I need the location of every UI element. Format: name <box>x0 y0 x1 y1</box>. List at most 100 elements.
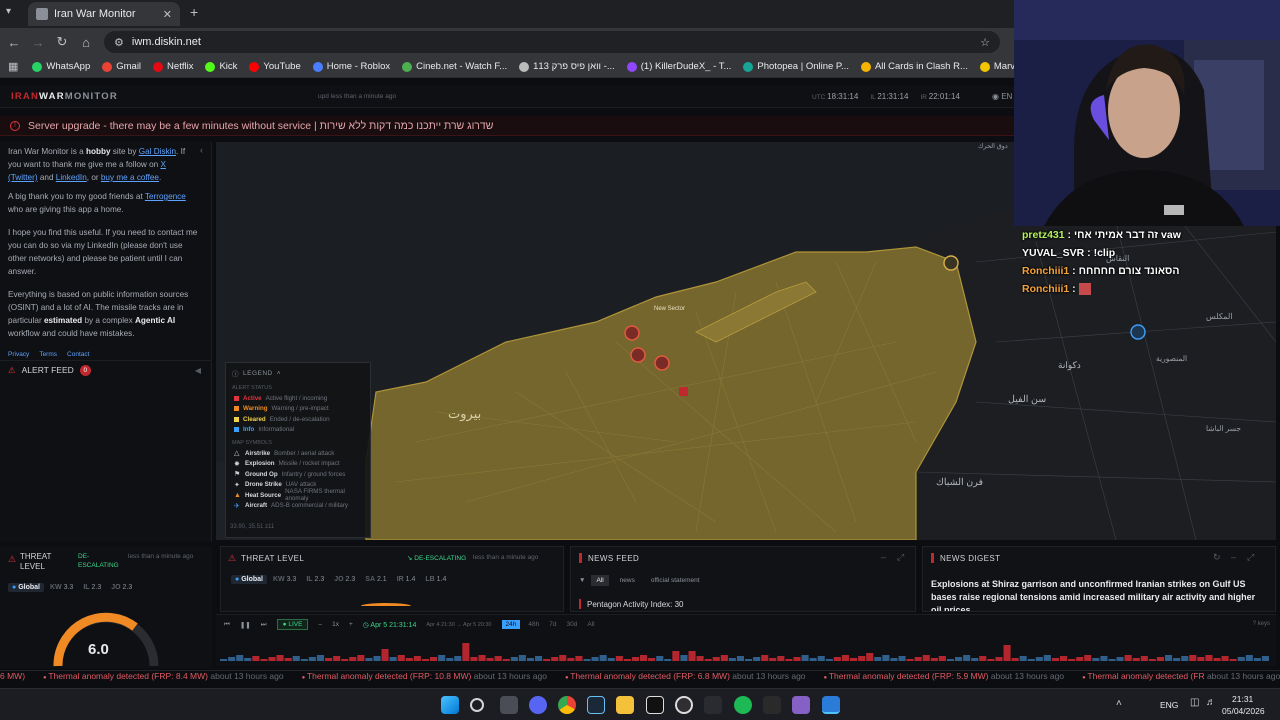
window-7d[interactable]: 7d <box>547 620 558 629</box>
new-tab-icon[interactable]: + <box>190 4 198 20</box>
faster-icon[interactable]: + <box>349 621 353 628</box>
collapse-sidebar-icon[interactable]: ‹ <box>200 144 203 157</box>
home-icon[interactable]: ⌂ <box>74 35 98 50</box>
linkedin-link[interactable]: LinkedIn <box>56 173 87 182</box>
apps-grid-icon[interactable]: ▦ <box>0 60 26 73</box>
window-48h[interactable]: 48h <box>526 620 541 629</box>
digest-refresh-icon[interactable]: ↻ <box>1213 552 1221 563</box>
legend-collapse-icon[interactable]: ˄ <box>277 370 281 377</box>
window-30d[interactable]: 30d <box>564 620 579 629</box>
task-view-icon[interactable] <box>500 696 518 714</box>
discord-icon[interactable] <box>529 696 547 714</box>
bookmark-item[interactable]: Netflix <box>147 56 199 77</box>
activity-histogram[interactable] <box>216 635 1276 665</box>
app-icon[interactable] <box>704 696 722 714</box>
taskbar-time[interactable]: 21:31 <box>1232 694 1253 704</box>
window-24h[interactable]: 24h <box>501 620 521 629</box>
legend-header[interactable]: ⓘ LEGEND ˄ <box>226 363 370 383</box>
region-chip-jo[interactable]: JO 2.3 <box>107 583 136 592</box>
digest-minimize-icon[interactable]: – <box>1231 552 1236 562</box>
address-bar[interactable]: ⚙ iwm.diskin.net ☆ <box>104 31 1000 53</box>
bookmark-item[interactable]: וואן פיס פרק 113 -... <box>513 56 621 77</box>
steam-icon[interactable] <box>587 696 605 714</box>
digest-expand-icon[interactable]: ⤢ <box>1247 552 1254 563</box>
browser-tab-active[interactable]: Iran War Monitor ✕ <box>28 2 180 26</box>
epic-games-icon[interactable] <box>763 696 781 714</box>
brand-logo[interactable]: IRANWARMONITOR <box>11 91 118 102</box>
ticker-alert-text[interactable]: Thermal anomaly detected (FRP: 8.4 MW) <box>48 671 208 681</box>
bookmark-item[interactable]: All Cards in Clash R... <box>855 56 974 77</box>
region-chip-jo[interactable]: JO 2.3 <box>330 575 359 584</box>
region-chip-global[interactable]: ● Global <box>231 575 267 584</box>
ticker-alert-text[interactable]: 6 MW) <box>0 671 25 681</box>
volume-icon[interactable]: ♬ <box>1206 697 1216 708</box>
ticker-alert-text[interactable]: Thermal anomaly detected (FRP: 5.9 MW) <box>829 671 989 681</box>
ticker-alert-text[interactable]: Thermal anomaly detected (FR <box>1087 671 1204 681</box>
bookmark-item[interactable]: YouTube <box>243 56 306 77</box>
ticker-alert-text[interactable]: Thermal anomaly detected (FRP: 6.8 MW) <box>570 671 730 681</box>
mute-icon[interactable]: ◀ <box>195 364 201 377</box>
search-icon[interactable] <box>470 698 484 712</box>
tab-list-chevron-icon[interactable]: ▾ <box>6 6 11 17</box>
histogram-bar <box>252 656 260 661</box>
ticker-alert-text[interactable]: Thermal anomaly detected (FRP: 10.8 MW) <box>307 671 471 681</box>
site-info-icon[interactable]: ⚙ <box>114 36 124 49</box>
bookmark-item[interactable]: Kick <box>199 56 243 77</box>
news-filter-news[interactable]: news <box>615 575 640 586</box>
live-button[interactable]: ● LIVE <box>276 619 309 630</box>
active-app-icon[interactable] <box>822 696 840 714</box>
back-icon[interactable]: ← <box>2 35 26 50</box>
keyboard-language[interactable]: ENG <box>1160 700 1178 710</box>
alert-feed-header[interactable]: ⚠ ALERT FEED 0 ◀ <box>0 360 211 380</box>
expand-icon[interactable]: ⤢ <box>897 552 904 563</box>
skip-back-icon[interactable]: ⏮ <box>224 621 230 629</box>
histogram-bar <box>922 655 930 661</box>
bookmark-item[interactable]: (1) KillerDudeX_ - T... <box>621 56 738 77</box>
tray-chevron-icon[interactable]: ˄ <box>1116 698 1122 709</box>
capcut-icon[interactable] <box>646 696 664 714</box>
obs-icon[interactable] <box>675 696 693 714</box>
region-chip-kw[interactable]: KW 3.3 <box>269 575 300 584</box>
network-icon[interactable]: ◫ <box>1190 697 1199 708</box>
bookmark-item[interactable]: WhatsApp <box>26 56 96 77</box>
forward-icon[interactable]: → <box>26 35 50 50</box>
news-filter-all[interactable]: All <box>591 575 609 586</box>
region-chip-global[interactable]: ● Global <box>8 583 44 592</box>
keyboard-shortcuts[interactable]: ? keys <box>1253 621 1270 627</box>
osint-text-2: by a complex <box>82 316 135 325</box>
histogram-bar <box>850 658 858 661</box>
spotify-icon[interactable] <box>734 696 752 714</box>
bookmark-item[interactable]: Cineb.net - Watch F... <box>396 56 513 77</box>
window-all[interactable]: All <box>585 620 596 629</box>
news-item[interactable]: Pentagon Activity Index: 30 <box>579 599 684 609</box>
bookmark-item[interactable]: Home - Roblox <box>307 56 396 77</box>
region-chip-il[interactable]: IL 2.3 <box>302 575 328 584</box>
coffee-link[interactable]: buy me a coffee <box>101 173 159 182</box>
region-chip-il[interactable]: IL 2.3 <box>79 583 105 592</box>
taskbar-date[interactable]: 05/04/2026 <box>1222 706 1265 716</box>
minimize-icon[interactable]: – <box>881 552 886 562</box>
file-explorer-icon[interactable] <box>616 696 634 714</box>
language-selector[interactable]: ◉ EN <box>992 92 1012 101</box>
reload-icon[interactable]: ↻ <box>50 34 74 50</box>
slower-icon[interactable]: – <box>318 621 322 628</box>
region-chip-kw[interactable]: KW 3.3 <box>46 583 77 592</box>
skip-forward-icon[interactable]: ⏭ <box>261 621 267 629</box>
visual-studio-icon[interactable] <box>792 696 810 714</box>
bookmark-item[interactable]: Gmail <box>96 56 147 77</box>
region-chip-lb[interactable]: LB 1.4 <box>421 575 450 584</box>
start-windows-icon[interactable] <box>441 696 459 714</box>
clock-ir: IR 22:01:14 <box>920 92 959 101</box>
chrome-icon[interactable] <box>558 696 576 714</box>
author-link[interactable]: Gal Diskin <box>139 147 176 156</box>
close-tab-icon[interactable]: ✕ <box>163 8 172 21</box>
bookmark-star-icon[interactable]: ☆ <box>980 36 990 49</box>
region-chip-sa[interactable]: SA 2.1 <box>361 575 390 584</box>
news-filter-official-statement[interactable]: official statement <box>646 575 705 586</box>
terrogence-link[interactable]: Terrogence <box>145 192 186 201</box>
bookmark-item[interactable]: Photopea | Online P... <box>737 56 855 77</box>
speed-label[interactable]: 1x <box>332 621 339 628</box>
pause-icon[interactable]: ❚❚ <box>240 621 251 629</box>
bookmark-label: וואן פיס פרק 113 -... <box>533 61 615 72</box>
region-chip-ir[interactable]: IR 1.4 <box>393 575 420 584</box>
